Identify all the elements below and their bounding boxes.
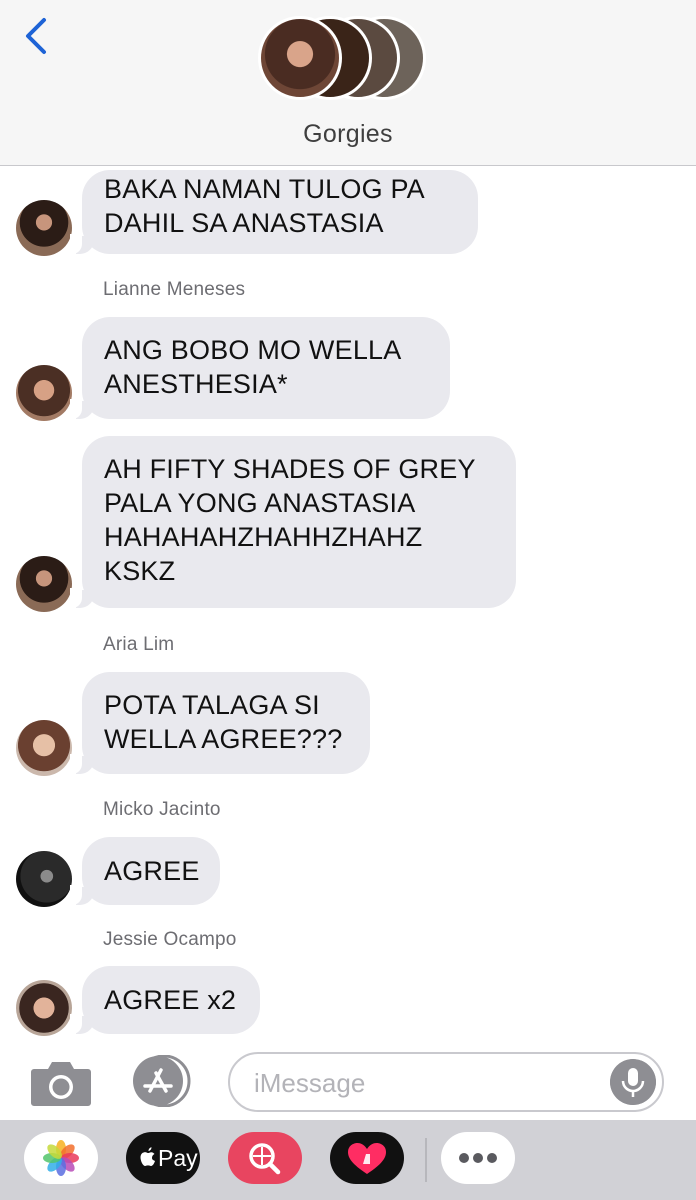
message-bubble[interactable]: POTA TALAGA SI WELLA AGREE??? [70, 672, 370, 774]
chevron-left-icon[interactable] [20, 16, 54, 56]
group-name[interactable]: Gorgies [0, 120, 696, 149]
app-store-icon[interactable] [130, 1055, 194, 1107]
message-line: ANG BOBO MO WELLA [104, 335, 402, 365]
apple-pay-button[interactable]: Pay [126, 1132, 200, 1184]
image-search-icon [249, 1143, 281, 1175]
avatar[interactable] [16, 200, 72, 256]
message-line: PALA YONG ANASTASIA [104, 488, 416, 518]
photos-icon [43, 1140, 79, 1176]
avatar[interactable] [16, 851, 72, 907]
avatar[interactable] [16, 556, 72, 612]
message-line: POTA TALAGA SI [104, 690, 320, 720]
message-line: BAKA NAMAN TULOG PA [104, 174, 425, 204]
message-line: AGREE [104, 856, 200, 886]
conversation-header: Gorgies [0, 0, 696, 166]
avatar [258, 16, 342, 100]
message-bubble[interactable]: ANG BOBO MO WELLA ANESTHESIA* [70, 317, 450, 419]
message-bubble[interactable]: AH FIFTY SHADES OF GREY PALA YONG ANASTA… [70, 436, 516, 608]
imessage-input[interactable] [252, 1064, 616, 1102]
digital-touch-app-button[interactable] [330, 1132, 404, 1184]
photos-app-button[interactable] [24, 1132, 98, 1184]
message-line: WELLA AGREE??? [104, 724, 343, 754]
more-apps-button[interactable] [441, 1132, 515, 1184]
message-bubble[interactable]: BAKA NAMAN TULOG PA DAHIL SA ANASTASIA [70, 170, 478, 254]
apple-pay-icon [140, 1147, 155, 1166]
microphone-icon[interactable] [610, 1059, 656, 1105]
avatar[interactable] [16, 980, 72, 1036]
message-line: HAHAHAHZHAHHZHAHZ [104, 522, 423, 552]
message-input-field[interactable] [228, 1052, 664, 1112]
message-line: KSKZ [104, 556, 176, 586]
digital-touch-icon [348, 1143, 386, 1174]
sender-name: Jessie Ocampo [103, 929, 237, 950]
avatar[interactable] [16, 720, 72, 776]
drawer-divider [425, 1138, 427, 1182]
sender-name: Aria Lim [103, 634, 175, 655]
message-bubble[interactable]: AGREE x2 [70, 966, 260, 1034]
apple-pay-label: Pay [158, 1145, 198, 1171]
more-icon [459, 1153, 497, 1163]
avatar[interactable] [16, 365, 72, 421]
app-drawer: Pay [0, 1120, 696, 1200]
image-search-app-button[interactable] [228, 1132, 302, 1184]
sender-name: Micko Jacinto [103, 799, 221, 820]
message-line: DAHIL SA ANASTASIA [104, 208, 384, 238]
message-line: ANESTHESIA* [104, 369, 288, 399]
message-line: AGREE x2 [104, 985, 237, 1015]
group-avatar-stack[interactable] [258, 16, 438, 104]
message-bubble[interactable]: AGREE [70, 837, 220, 905]
sender-name: Lianne Meneses [103, 279, 246, 300]
camera-icon[interactable] [30, 1057, 92, 1107]
message-line: AH FIFTY SHADES OF GREY [104, 454, 476, 484]
